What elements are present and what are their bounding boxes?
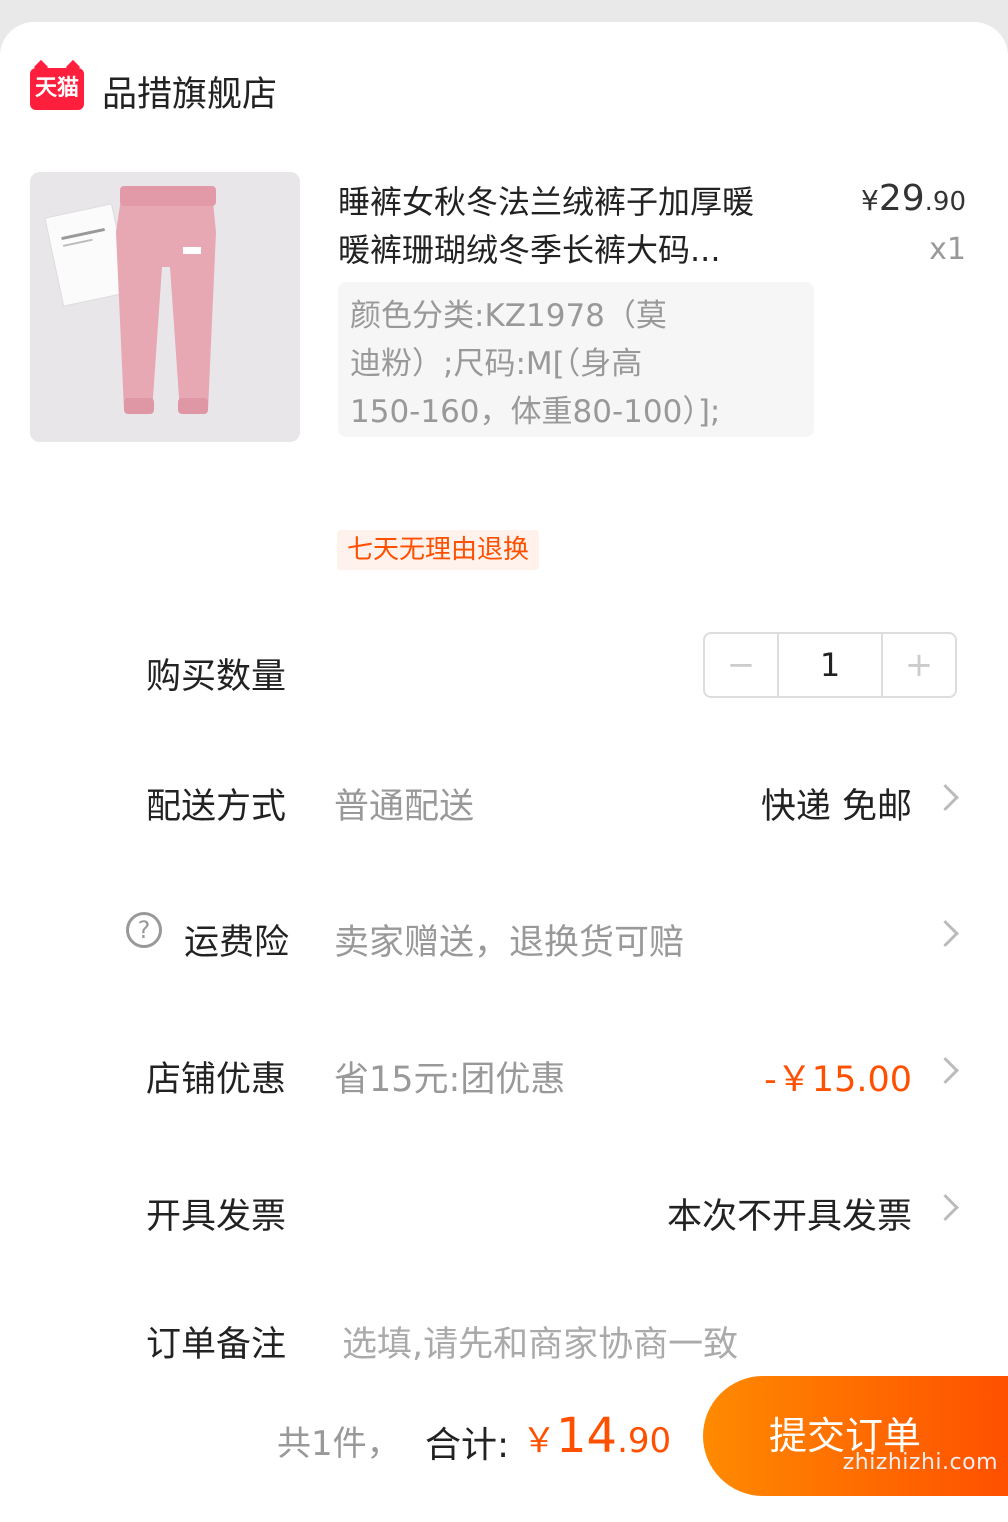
total-label: 合计: [425,1425,510,1466]
shipping-insurance-value[interactable]: 卖家赠送，退换货可赔 [334,914,684,965]
help-icon[interactable]: ? [126,912,162,948]
quantity-input[interactable]: 1 [777,634,883,696]
total-cents: .90 [617,1421,672,1461]
sku-line: 颜色分类:KZ1978（莫 [350,298,667,334]
decrement-button[interactable]: − [705,634,777,696]
product-title-line: 暖裤珊瑚绒冬季长裤大码... [338,231,721,269]
submit-order-button[interactable]: 提交订单 [703,1376,1008,1496]
product-quantity: x1 [929,232,966,267]
total-currency: ￥ [522,1421,556,1461]
delivery-option[interactable]: 快递 免邮 [761,778,912,829]
price-currency: ¥ [861,184,879,217]
store-discount-amount[interactable]: -￥15.00 [764,1051,912,1102]
product-title-line: 睡裤女秋冬法兰绒裤子加厚暖 [338,183,755,221]
sku-selection[interactable]: 颜色分类:KZ1978（莫 迪粉）;尺码:M[（身高 150-160，体重80-… [338,282,814,437]
total-integer: 14 [556,1408,618,1464]
shipping-insurance-label: 运费险 [184,923,290,963]
invoice-value[interactable]: 本次不开具发票 [667,1188,912,1239]
quantity-stepper: − 1 + [703,632,957,698]
sku-line: 150-160，体重80-100）]; [350,394,721,430]
product-price: ¥29.90 [861,178,966,219]
price-integer: 29 [878,178,925,219]
delivery-method[interactable]: 普通配送 [334,778,474,829]
tmall-logo-icon: 天猫 [30,68,84,110]
product-thumbnail[interactable] [30,172,300,442]
store-discount-label: 店铺优惠 [146,1060,287,1100]
item-count: 共1件， [277,1424,401,1464]
pants-image-icon [30,172,300,442]
watermark: zhizhizhi.com [842,1450,998,1475]
quantity-label: 购买数量 [146,657,287,697]
invoice-label: 开具发票 [146,1197,287,1237]
delivery-label: 配送方式 [146,787,287,827]
order-note-label: 订单备注 [146,1325,287,1365]
return-policy-badge: 七天无理由退换 [337,530,540,570]
store-name[interactable]: 品措旗舰店 [102,66,277,117]
total-price: ￥14.90 [522,1408,671,1464]
price-cents: .90 [924,187,966,217]
product-title[interactable]: 睡裤女秋冬法兰绒裤子加厚暖 暖裤珊瑚绒冬季长裤大码... [338,178,818,274]
increment-button[interactable]: + [883,634,955,696]
store-discount-desc[interactable]: 省15元:团优惠 [334,1051,565,1102]
order-note-input[interactable]: 选填,请先和商家协商一致 [342,1316,738,1367]
sku-line: 迪粉）;尺码:M[（身高 [350,346,643,382]
